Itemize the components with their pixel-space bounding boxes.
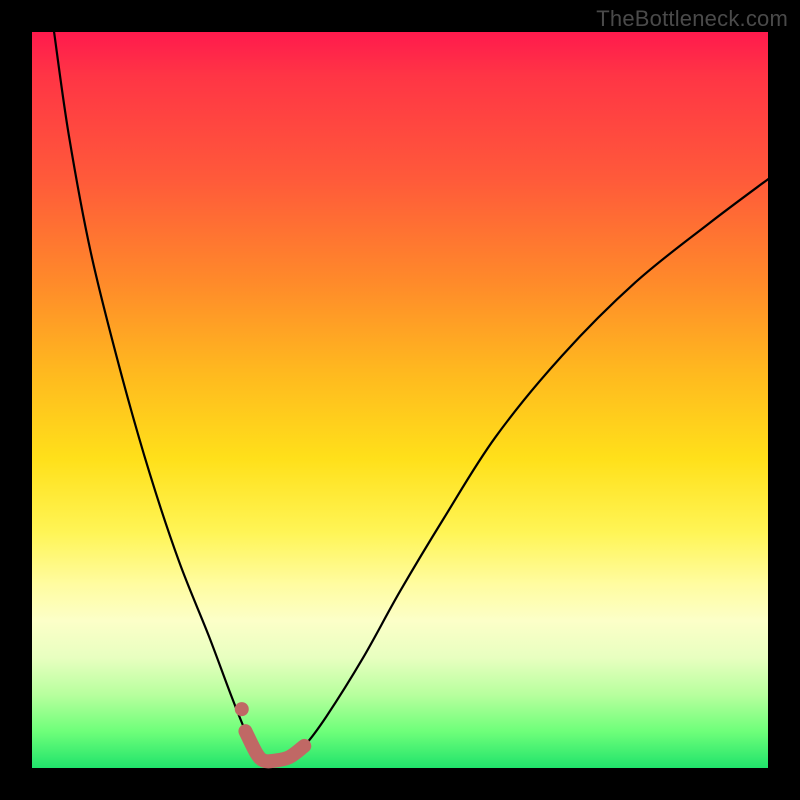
- watermark-text: TheBottleneck.com: [596, 6, 788, 32]
- chart-frame: TheBottleneck.com: [0, 0, 800, 800]
- chart-svg: [32, 32, 768, 768]
- plot-area: [32, 32, 768, 768]
- near-minimum-band: [245, 731, 304, 761]
- left-dot-marker: [235, 702, 249, 716]
- bottleneck-curve: [54, 32, 768, 761]
